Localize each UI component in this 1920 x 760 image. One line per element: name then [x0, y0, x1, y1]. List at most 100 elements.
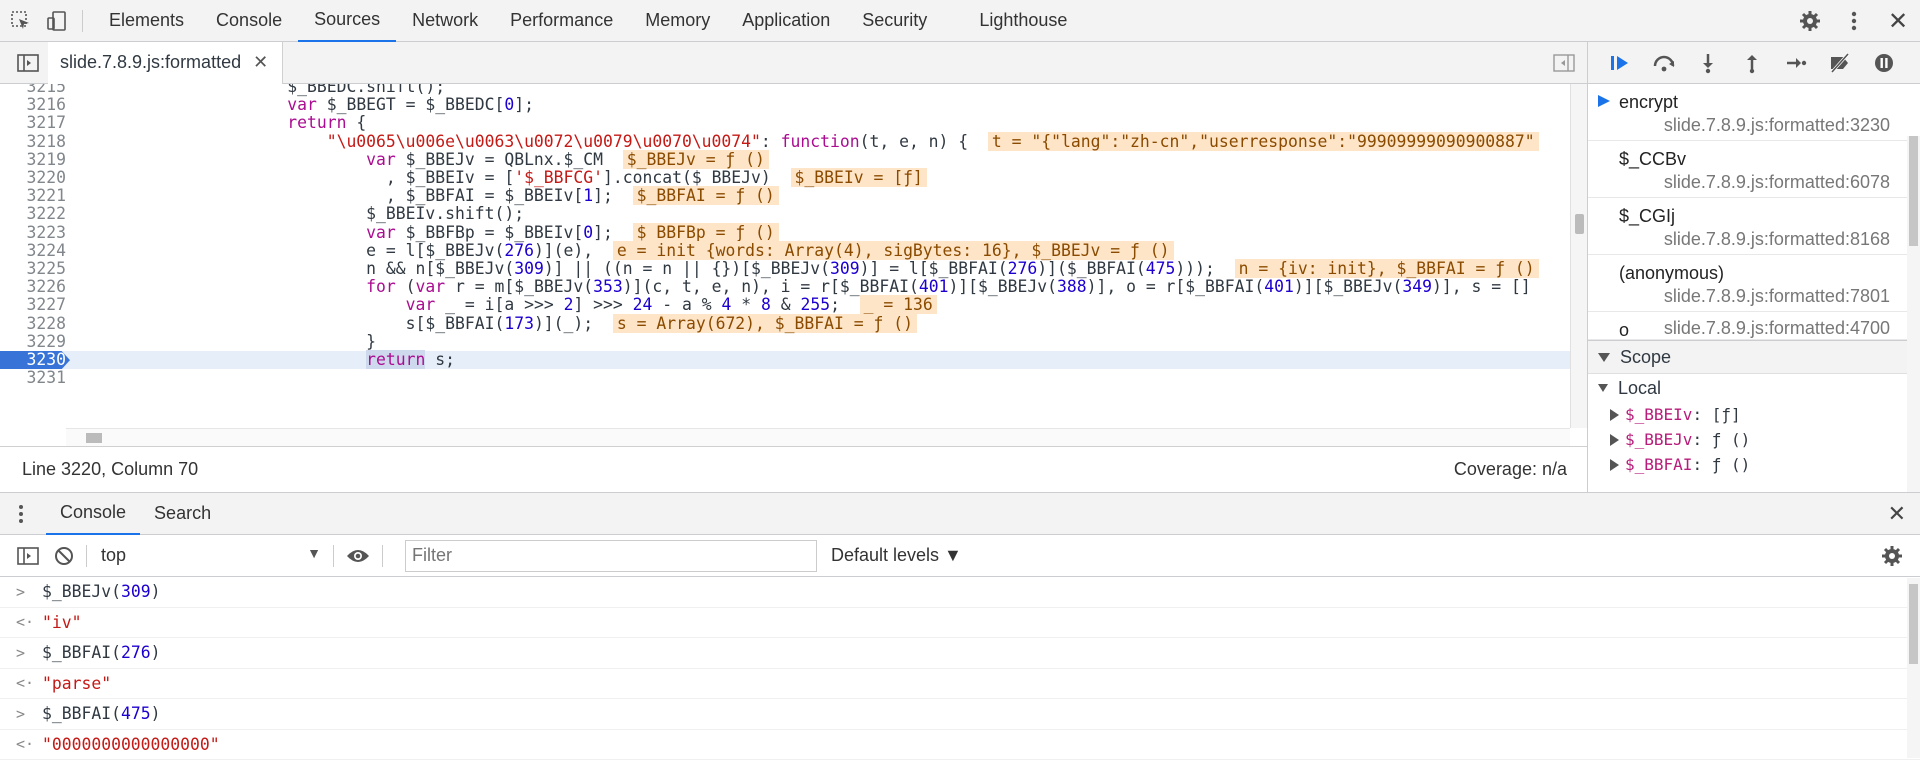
step-out-icon[interactable]	[1730, 42, 1774, 84]
call-frame[interactable]: $_CGIjslide.7.8.9.js:formatted:8168	[1588, 198, 1920, 255]
line-number[interactable]: 3216	[0, 96, 66, 114]
code-line: 3223 var $_BBFBp = $_BBEIv[0]; $_BBFBp =…	[0, 224, 1570, 242]
variable-value: [ƒ]	[1712, 405, 1741, 424]
tab-application[interactable]: Application	[726, 0, 846, 42]
scope-variable[interactable]: $_BBEJv: ƒ ()	[1588, 427, 1920, 452]
drawer-tabs: ConsoleSearch	[46, 493, 225, 535]
execution-context-select[interactable]: top ▼	[101, 545, 321, 566]
chevron-down-icon: ▼	[307, 545, 321, 566]
tab-network[interactable]: Network	[396, 0, 494, 42]
tab-performance[interactable]: Performance	[494, 0, 629, 42]
step-over-icon[interactable]	[1642, 42, 1686, 84]
scope-section-header[interactable]: Scope	[1588, 340, 1920, 374]
inspect-element-icon[interactable]	[6, 6, 36, 36]
editor-vertical-scrollbar[interactable]	[1570, 84, 1587, 428]
line-number[interactable]: 3229	[0, 333, 66, 351]
line-number[interactable]: 3217	[0, 114, 66, 132]
line-number[interactable]: 3220	[0, 169, 66, 187]
line-number[interactable]: 3222	[0, 205, 66, 223]
line-number[interactable]: 3228	[0, 315, 66, 333]
deactivate-breakpoints-icon[interactable]	[1818, 42, 1862, 84]
line-number[interactable]: 3224	[0, 242, 66, 260]
toggle-debugger-icon[interactable]	[1553, 52, 1575, 74]
resume-icon[interactable]	[1598, 42, 1642, 84]
frame-location: slide.7.8.9.js:formatted:6078	[1664, 172, 1890, 193]
code-line: 3231	[0, 369, 1570, 387]
console-scrollbar[interactable]	[1907, 578, 1920, 758]
debugger-sidebar: encryptslide.7.8.9.js:formatted:3230$_CC…	[1587, 42, 1920, 492]
tab-elements[interactable]: Elements	[93, 0, 200, 42]
scope-variable[interactable]: $_BBFAI: ƒ ()	[1588, 452, 1920, 477]
log-levels-dropdown[interactable]: Default levels ▼	[831, 545, 962, 566]
line-code: var $_BBEJv = QBLnx.$_CM $_BBEJv = ƒ ()	[80, 151, 769, 169]
code-editor[interactable]: 3215 $_BBEDC.shift();3216 var $_BBEGT = …	[0, 84, 1587, 446]
scope-variables: $_BBEIv: [ƒ]$_BBEJv: ƒ ()$_BBFAI: ƒ ()	[1588, 402, 1920, 477]
console-text: "parse"	[42, 674, 111, 693]
code-line: 3217 return {	[0, 114, 1570, 132]
pause-on-exceptions-icon[interactable]	[1862, 42, 1906, 84]
console-filter-input[interactable]	[405, 540, 817, 572]
line-number[interactable]: 3218	[0, 133, 66, 151]
scroll-thumb[interactable]	[1909, 584, 1918, 664]
line-number[interactable]: 3219	[0, 151, 66, 169]
device-toolbar-icon[interactable]	[42, 6, 72, 36]
console-result-line: <·"iv"	[0, 608, 1920, 639]
frame-function-name: encrypt	[1619, 92, 1678, 113]
drawer-menu-icon[interactable]	[6, 493, 36, 535]
context-value: top	[101, 545, 126, 566]
line-number[interactable]: 3226	[0, 278, 66, 296]
drawer-tab-search[interactable]: Search	[140, 493, 225, 535]
toggle-navigator-icon[interactable]	[8, 42, 48, 84]
clear-console-icon[interactable]	[46, 535, 82, 577]
call-frame[interactable]: (anonymous)slide.7.8.9.js:formatted:7801	[1588, 255, 1920, 312]
line-number[interactable]: 3223	[0, 224, 66, 242]
tab-console[interactable]: Console	[200, 0, 298, 42]
step-into-icon[interactable]	[1686, 42, 1730, 84]
frame-function-name: (anonymous)	[1619, 263, 1724, 284]
coverage-status[interactable]: Coverage: n/a	[1454, 459, 1567, 480]
console-settings-gear-icon[interactable]	[1872, 535, 1912, 577]
close-drawer-icon[interactable]: ✕	[1888, 501, 1906, 527]
call-frame[interactable]: oslide.7.8.9.js:formatted:4700	[1588, 312, 1920, 340]
toolbar-divider	[333, 545, 334, 567]
call-frame[interactable]: $_CCBvslide.7.8.9.js:formatted:6078	[1588, 141, 1920, 198]
console-sidebar-toggle-icon[interactable]	[10, 535, 46, 577]
scope-variable[interactable]: $_BBEIv: [ƒ]	[1588, 402, 1920, 427]
code-line: 3220 , $_BBEIv = ['$_BBFCG'].concat($_BB…	[0, 169, 1570, 187]
console-result-line: <·"0000000000000000"	[0, 730, 1920, 760]
panel-tabs: ElementsConsoleSourcesNetworkPerformance…	[93, 0, 1083, 42]
editor-horizontal-scrollbar[interactable]	[66, 428, 1570, 446]
console-result-line: <·"parse"	[0, 669, 1920, 700]
tab-memory[interactable]: Memory	[629, 0, 726, 42]
open-file-tab[interactable]: slide.7.8.9.js:formatted ✕	[48, 42, 283, 84]
line-number[interactable]: 3231	[0, 369, 66, 387]
settings-gear-icon[interactable]	[1788, 0, 1832, 42]
line-number[interactable]: 3227	[0, 296, 66, 314]
drawer-tab-console[interactable]: Console	[46, 493, 140, 535]
step-icon[interactable]	[1774, 42, 1818, 84]
line-number[interactable]: 3225	[0, 260, 66, 278]
scroll-thumb[interactable]	[1909, 136, 1918, 246]
expand-triangle-icon	[1610, 434, 1619, 446]
scroll-thumb[interactable]	[86, 433, 102, 443]
line-number[interactable]: 3221	[0, 187, 66, 205]
console-input-line: >$_BBFAI(276)	[0, 638, 1920, 669]
scope-local-header[interactable]: Local	[1588, 374, 1920, 402]
input-chevron-icon: >	[0, 705, 42, 723]
close-file-tab-icon[interactable]: ✕	[253, 52, 268, 73]
scroll-thumb[interactable]	[1575, 214, 1584, 234]
close-devtools-icon[interactable]: ✕	[1876, 0, 1920, 42]
live-expression-eye-icon[interactable]	[338, 535, 378, 577]
more-options-icon[interactable]	[1832, 0, 1876, 42]
console-messages: >$_BBEJv(309)<·"iv">$_BBFAI(276)<·"parse…	[0, 577, 1920, 760]
call-frame[interactable]: encryptslide.7.8.9.js:formatted:3230	[1588, 84, 1920, 141]
scope-title: Scope	[1620, 347, 1671, 368]
tab-security[interactable]: Security	[846, 0, 943, 42]
tab-sources[interactable]: Sources	[298, 0, 396, 42]
colon: :	[1692, 430, 1711, 449]
tab-lighthouse[interactable]: Lighthouse	[963, 0, 1083, 42]
variable-value: ƒ ()	[1712, 430, 1751, 449]
line-number[interactable]: 3230	[0, 351, 70, 369]
line-code: s[$_BBFAI(173)](_); s = Array(672), $_BB…	[80, 315, 917, 333]
sidebar-scrollbar[interactable]	[1907, 136, 1920, 492]
